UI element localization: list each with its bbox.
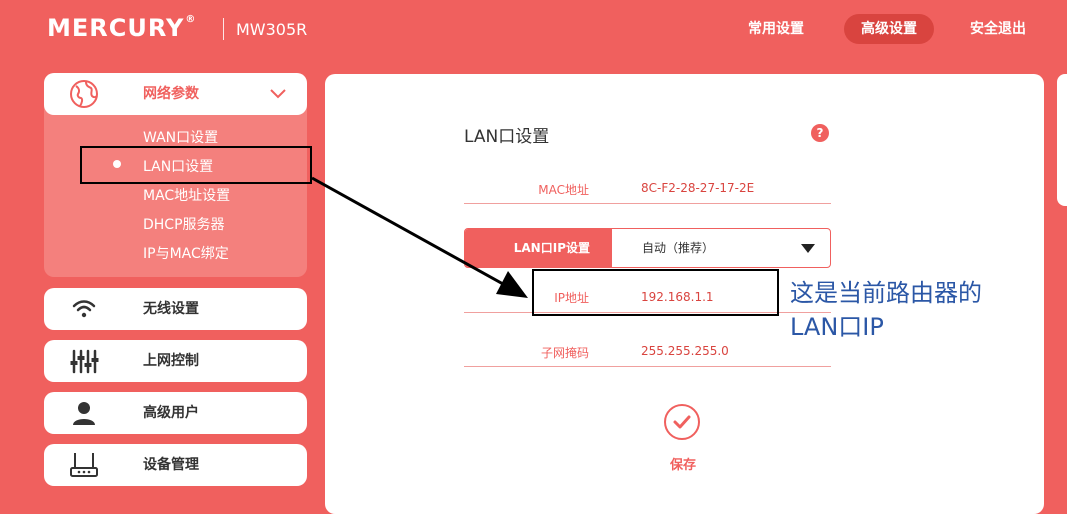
annotation-text: 这是当前路由器的 LAN口IP	[790, 276, 982, 344]
annotation-line-2: LAN口IP	[790, 313, 884, 341]
annotation-arrow-icon	[311, 176, 528, 298]
annotation-line-1: 这是当前路由器的	[790, 279, 982, 307]
